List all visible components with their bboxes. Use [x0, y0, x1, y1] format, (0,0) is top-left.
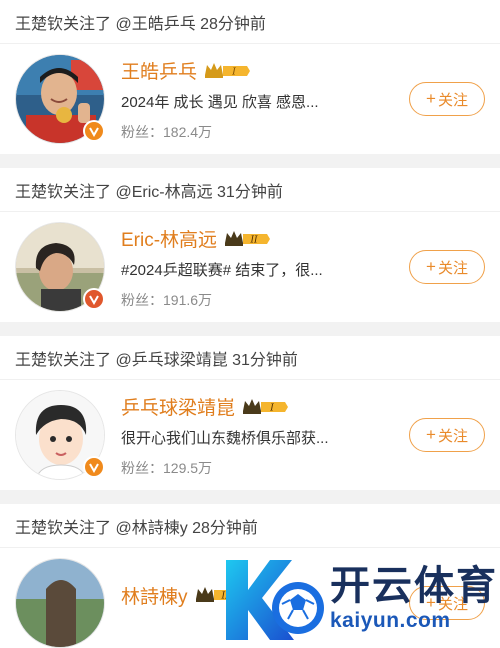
user-name[interactable]: 乒乓球梁靖崑	[121, 393, 235, 420]
avatar[interactable]	[15, 558, 105, 648]
feed-group: 王楚钦关注了 @Eric-林高远 31分钟前 Eric-林高远 II #2024…	[0, 168, 500, 322]
member-level-icon: II	[223, 229, 271, 249]
follow-feed-page: 王楚钦关注了 @王皓乒乓 28分钟前 王皓乒乓 I 2024年 成长 遇见 欣喜…	[0, 0, 500, 648]
user-card[interactable]: 王皓乒乓 I 2024年 成长 遇见 欣喜 感恩... 粉丝：182.4万 + 关…	[0, 44, 500, 154]
verified-badge-icon	[83, 288, 105, 310]
svg-text:I: I	[231, 67, 236, 77]
plus-icon: +	[426, 89, 436, 108]
kaiyun-logo-icon	[218, 548, 328, 648]
follow-notice: 王楚钦关注了 @王皓乒乓 28分钟前	[0, 0, 500, 44]
follow-button[interactable]: + 关注	[409, 250, 485, 284]
follow-notice: 王楚钦关注了 @乒乓球梁靖崑 31分钟前	[0, 336, 500, 380]
user-description: 2024年 成长 遇见 欣喜 感恩...	[121, 93, 319, 111]
feed-group: 王楚钦关注了 @乒乓球梁靖崑 31分钟前 乒乓球梁靖崑 I 很开心我们山东魏桥俱…	[0, 336, 500, 490]
follow-button[interactable]: + 关注	[409, 82, 485, 116]
svg-text:I: I	[269, 403, 274, 413]
follow-notice: 王楚钦关注了 @林詩棟y 28分钟前	[0, 504, 500, 548]
plus-icon: +	[426, 257, 436, 276]
feed-group: 王楚钦关注了 @王皓乒乓 28分钟前 王皓乒乓 I 2024年 成长 遇见 欣喜…	[0, 0, 500, 154]
user-card[interactable]: Eric-林高远 II #2024乒超联赛# 结束了，很... 粉丝：191.6…	[0, 212, 500, 322]
follow-notice: 王楚钦关注了 @Eric-林高远 31分钟前	[0, 168, 500, 212]
watermark-cn: 开云体育	[330, 564, 498, 608]
avatar[interactable]	[15, 222, 105, 312]
verified-badge-icon	[83, 456, 105, 478]
member-level-icon: I	[203, 61, 251, 81]
user-description: 很开心我们山东魏桥俱乐部获...	[121, 429, 329, 447]
follow-button[interactable]: + 关注	[409, 418, 485, 452]
user-name[interactable]: Eric-林高远	[121, 225, 217, 252]
plus-icon: +	[426, 425, 436, 444]
fans-count: 粉丝：191.6万	[121, 291, 213, 308]
avatar[interactable]	[15, 390, 105, 480]
user-name[interactable]: 林詩棟y	[121, 582, 188, 609]
verified-badge-icon	[83, 120, 105, 142]
fans-count: 粉丝：129.5万	[121, 459, 213, 476]
watermark-en: kaiyun.com	[330, 609, 451, 632]
watermark-logo: 开云体育 kaiyun.com	[218, 548, 500, 648]
user-name[interactable]: 王皓乒乓	[121, 57, 197, 84]
svg-text:II: II	[250, 235, 259, 245]
avatar[interactable]	[15, 54, 105, 144]
member-level-icon: I	[241, 397, 289, 417]
user-description: #2024乒超联赛# 结束了，很...	[121, 261, 323, 279]
fans-count: 粉丝：182.4万	[121, 123, 213, 140]
user-card[interactable]: 乒乓球梁靖崑 I 很开心我们山东魏桥俱乐部获... 粉丝：129.5万 + 关注	[0, 380, 500, 490]
